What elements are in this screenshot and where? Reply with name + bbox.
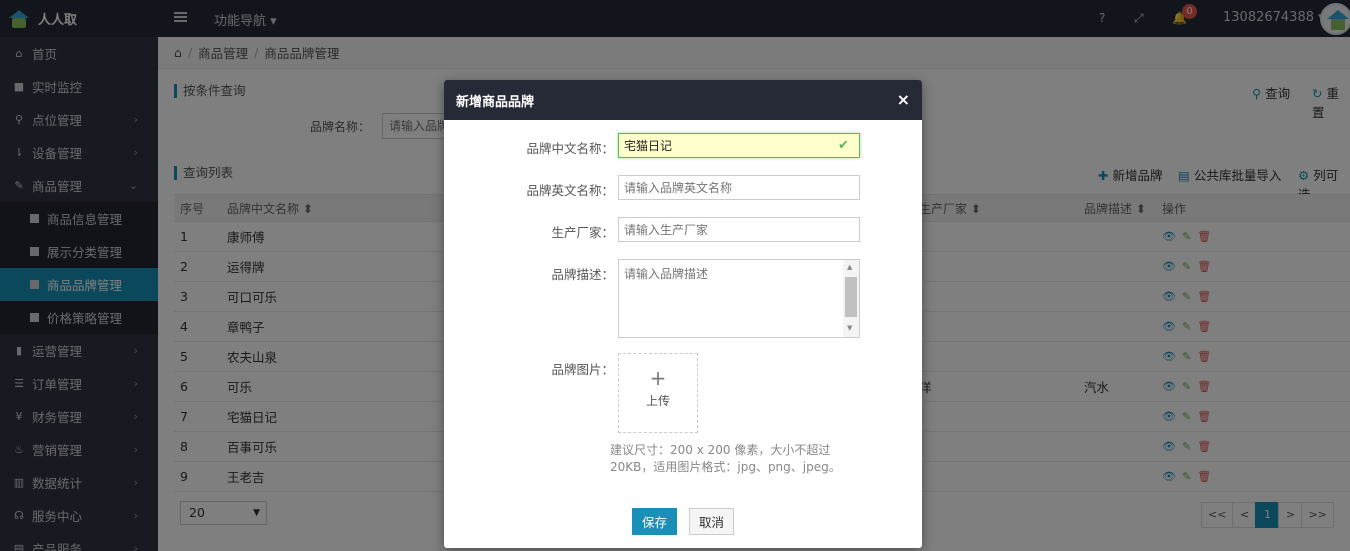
close-icon[interactable]: ×: [897, 90, 910, 109]
modal-header: 新增商品品牌 ×: [444, 80, 922, 120]
save-button[interactable]: 保存: [632, 508, 677, 535]
add-brand-modal: 新增商品品牌 × 品牌中文名称： ✔ 品牌英文名称： 生产厂家： 品牌描述： ▲…: [444, 80, 922, 548]
cancel-button[interactable]: 取消: [689, 508, 734, 535]
check-icon: ✔: [838, 138, 849, 153]
en-name-input[interactable]: [618, 175, 860, 200]
scroll-up-icon[interactable]: ▲: [847, 263, 852, 271]
desc-label: 品牌描述：: [551, 267, 614, 282]
image-label: 品牌图片：: [551, 362, 614, 377]
cn-name-label: 品牌中文名称：: [526, 141, 614, 156]
image-upload-box[interactable]: + 上传: [618, 353, 698, 433]
plus-icon: +: [649, 366, 667, 390]
maker-label: 生产厂家：: [551, 225, 614, 240]
maker-input[interactable]: [618, 217, 860, 242]
upload-hint: 建议尺寸：200 x 200 像素，大小不超过20KB，适用图片格式：jpg、p…: [610, 443, 841, 474]
cn-name-input[interactable]: [618, 133, 860, 158]
upload-label: 上传: [645, 394, 670, 408]
en-name-label: 品牌英文名称：: [526, 183, 614, 198]
textarea-scrollbar[interactable]: ▲ ▼: [843, 260, 859, 337]
modal-title: 新增商品品牌: [456, 94, 535, 110]
desc-textarea[interactable]: [618, 259, 860, 338]
scroll-thumb[interactable]: [845, 277, 857, 317]
scroll-down-icon[interactable]: ▼: [847, 324, 852, 332]
